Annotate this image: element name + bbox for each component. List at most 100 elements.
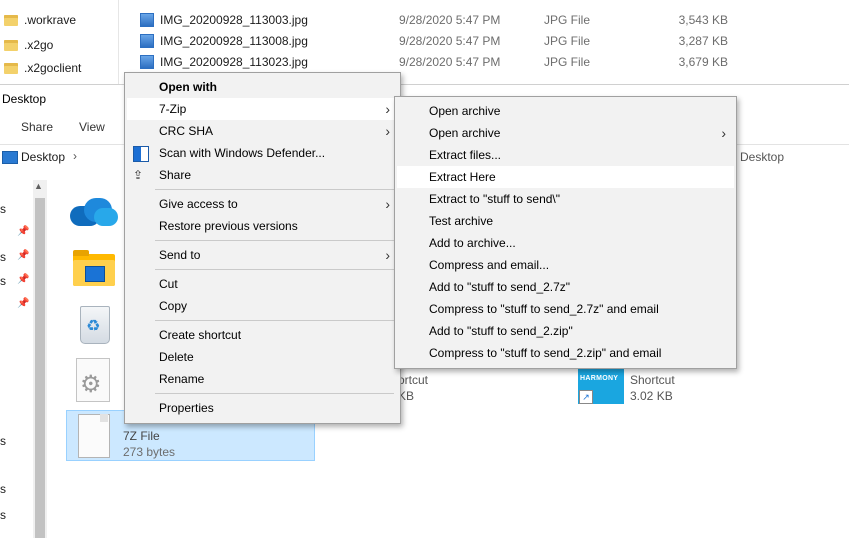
menu-item-give-access[interactable]: Give access to › [127,193,398,215]
menu-item-restore-versions[interactable]: Restore previous versions [127,215,398,237]
file-size: 3,287 KB [678,33,728,48]
folder-item[interactable]: .x2go [0,34,53,56]
chevron-right-icon[interactable]: › [73,149,77,163]
menu-item-label: Extract files... [429,148,502,162]
menu-item-label: Extract Here [429,170,496,184]
folder-icon [4,62,18,74]
image-file-icon [140,12,154,27]
menu-item-label: Create shortcut [159,328,242,342]
file-size: 3,679 KB [678,54,728,69]
menu-item-label: Scan with Windows Defender... [159,146,326,160]
menu-item-open-archive[interactable]: Open archive [397,100,734,122]
nav-item[interactable]: s [0,202,6,216]
menu-item-label: Give access to [159,197,238,211]
scrollbar-thumb[interactable] [35,198,45,538]
nav-item[interactable]: s [0,508,6,522]
submenu-arrow-icon: › [385,123,390,139]
menu-item-label: Add to archive... [429,236,516,250]
menu-item-extract-files[interactable]: Extract files... [397,144,734,166]
file-date: 9/28/2020 5:47 PM [399,12,501,27]
pin-icon: 📌 [17,250,30,261]
menu-item-label: Compress to "stuff to send_2.zip" and em… [429,346,662,360]
menu-item-label: Add to "stuff to send_2.7z" [429,280,571,294]
menu-item-label: Open archive [429,104,501,118]
menu-item-scan-defender[interactable]: Scan with Windows Defender... [127,142,398,164]
onedrive-icon[interactable] [70,196,120,226]
breadcrumb[interactable]: Desktop [21,150,65,164]
menu-item-compress-email[interactable]: Compress and email... [397,254,734,276]
menu-item-open-archive-sub[interactable]: Open archive › [397,122,734,144]
menu-item-send-to[interactable]: Send to › [127,244,398,266]
menu-separator [155,320,394,321]
menu-item-extract-to-folder[interactable]: Extract to "stuff to send\" [397,188,734,210]
nav-item[interactable]: s [0,250,6,264]
file-row[interactable]: IMG_20200928_113023.jpg 9/28/2020 5:47 P… [140,51,740,72]
menu-item-label: Delete [159,350,194,364]
folder-label: .x2go [24,38,54,52]
menu-item-label: Test archive [429,214,494,228]
file-type: JPG File [544,33,591,48]
folder-item[interactable]: .workrave [0,9,76,31]
tab-share[interactable]: Share [21,120,53,134]
recycle-bin-icon[interactable]: ♻ [76,302,112,344]
shortcut-arrow-icon: ↗ [579,390,593,404]
menu-item-cut[interactable]: Cut [127,273,398,295]
settings-file-icon[interactable]: ⚙ [76,358,110,402]
menu-item-label: Restore previous versions [159,219,298,233]
submenu-arrow-icon: › [721,125,726,141]
menu-item-create-shortcut[interactable]: Create shortcut [127,324,398,346]
menu-item-label: Open with [159,80,217,94]
menu-item-label: Properties [159,401,214,415]
menu-item-label: Copy [159,299,188,313]
pin-icon: 📌 [17,298,30,309]
7zip-submenu: Open archive Open archive › Extract file… [394,96,737,369]
folder-label: .x2goclient [24,61,82,75]
folder-item[interactable]: .x2goclient [0,57,81,79]
menu-item-delete[interactable]: Delete [127,346,398,368]
menu-item-extract-here[interactable]: Extract Here [397,166,734,188]
menu-item-add-to-7z[interactable]: Add to "stuff to send_2.7z" [397,276,734,298]
search-box-placeholder[interactable]: Desktop [740,150,784,164]
nav-item[interactable]: s [0,482,6,496]
image-file-icon [140,54,154,69]
menu-item-label: CRC SHA [159,124,214,138]
menu-item-label: Open archive [429,126,501,140]
menu-separator [155,189,394,190]
menu-item-crc-sha[interactable]: CRC SHA › [127,120,398,142]
menu-item-rename[interactable]: Rename [127,368,398,390]
menu-item-7zip[interactable]: 7-Zip › [127,98,398,120]
nav-item[interactable]: s [0,274,6,288]
menu-item-test-archive[interactable]: Test archive [397,210,734,232]
harmony-logo-text: HARMONY [580,375,619,382]
file-size-label: 273 bytes [123,445,176,459]
menu-item-properties[interactable]: Properties [127,397,398,419]
shortcut-label: ortcut [398,373,429,387]
file-type-label: 7Z File [123,429,160,443]
pin-icon: 📌 [17,274,30,285]
file-date: 9/28/2020 5:47 PM [399,54,501,69]
menu-item-add-to-archive[interactable]: Add to archive... [397,232,734,254]
page-fold-icon [100,414,108,422]
tab-view[interactable]: View [79,120,105,134]
file-type: JPG File [544,54,591,69]
nav-item[interactable]: s [0,434,6,448]
menu-item-share[interactable]: ⇪ Share [127,164,398,186]
menu-item-copy[interactable]: Copy [127,295,398,317]
folder-icon [4,14,18,26]
file-row[interactable]: IMG_20200928_113003.jpg 9/28/2020 5:47 P… [140,9,740,30]
submenu-arrow-icon: › [385,101,390,117]
menu-item-compress-7z-email[interactable]: Compress to "stuff to send_2.7z" and ema… [397,298,734,320]
file-name: IMG_20200928_113023.jpg [160,54,308,69]
desktop-icon [2,151,18,164]
menu-item-label: Compress and email... [429,258,550,272]
menu-item-compress-zip-email[interactable]: Compress to "stuff to send_2.zip" and em… [397,342,734,364]
menu-item-add-to-zip[interactable]: Add to "stuff to send_2.zip" [397,320,734,342]
menu-item-label: Rename [159,372,205,386]
scroll-up-arrow-icon[interactable]: ▲ [34,181,43,191]
shortcut-size: 3.02 KB [630,389,673,403]
menu-item-open-with[interactable]: Open with [127,76,398,98]
file-name: IMG_20200928_113008.jpg [160,33,308,48]
folder-icon [4,39,18,51]
file-row[interactable]: IMG_20200928_113008.jpg 9/28/2020 5:47 P… [140,30,740,51]
folder-icon[interactable] [73,250,115,286]
